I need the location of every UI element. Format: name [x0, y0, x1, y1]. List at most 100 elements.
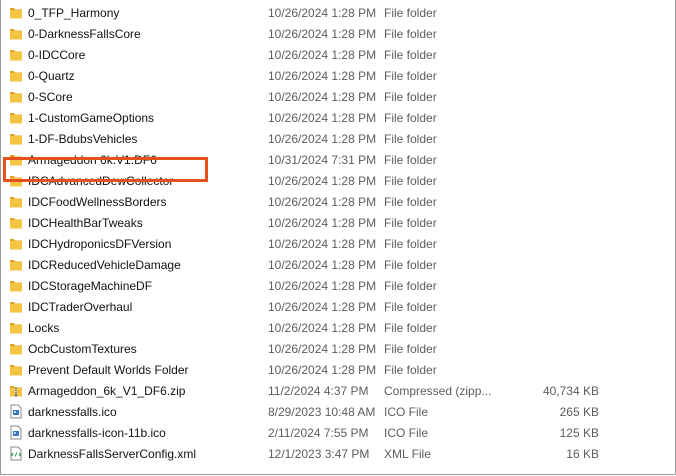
file-type: File folder [384, 6, 437, 20]
file-row[interactable]: 0-DarknessFallsCore 10/26/2024 1:28 PM Fil… [1, 23, 661, 44]
file-date-modified: 10/26/2024 1:28 PM [268, 279, 377, 293]
file-type: File folder [384, 237, 437, 251]
file-type: ICO File [384, 405, 429, 419]
folder-icon [9, 68, 23, 83]
folder-icon [9, 278, 23, 293]
folder-icon [9, 236, 23, 251]
folder-icon [9, 5, 23, 20]
file-type: File folder [384, 342, 437, 356]
file-type: File folder [384, 321, 437, 335]
file-name: 0-IDCCore [28, 48, 86, 62]
folder-icon [9, 89, 23, 104]
file-type: File folder [384, 111, 437, 125]
file-size: 265 KB [559, 405, 599, 419]
folder-icon [9, 173, 23, 188]
file-name: 1-CustomGameOptions [28, 111, 155, 125]
file-row[interactable]: 0_TFP_Harmony 10/26/2024 1:28 PM File fold… [1, 2, 661, 23]
file-explorer-pane: 0_TFP_Harmony 10/26/2024 1:28 PM File fold… [0, 0, 676, 475]
file-row[interactable]: IDCFoodWellnessBorders 10/26/2024 1:28 PM… [1, 191, 661, 212]
file-date-modified: 10/26/2024 1:28 PM [268, 27, 377, 41]
file-size: 125 KB [559, 426, 599, 440]
file-name: darknessfalls.ico [28, 405, 117, 419]
file-name: Armageddon_6k_V1_DF6.zip [28, 384, 186, 398]
file-type: File folder [384, 153, 437, 167]
file-date-modified: 10/26/2024 1:28 PM [268, 300, 377, 314]
file-row[interactable]: IDCHealthBarTweaks 10/26/2024 1:28 PM File… [1, 212, 661, 233]
file-row[interactable]: IDCTraderOverhaul 10/26/2024 1:28 PM File … [1, 296, 661, 317]
file-name: darknessfalls-icon-11b.ico [28, 426, 166, 440]
file-name: IDCStorageMachineDF [28, 279, 153, 293]
file-row[interactable]: darknessfalls.ico 8/29/2023 10:48 AM ICO F… [1, 401, 661, 422]
file-type: XML File [384, 447, 431, 461]
file-row[interactable]: IDCHydroponicsDFVersion 10/26/2024 1:28 P… [1, 233, 661, 254]
file-name: 0-DarknessFallsCore [28, 27, 141, 41]
file-name: Prevent Default Worlds Folder [28, 363, 189, 377]
xml-file-icon [9, 446, 23, 461]
file-row[interactable]: 1-DF-BdubsVehicles 10/26/2024 1:28 PM File… [1, 128, 661, 149]
file-type: File folder [384, 48, 437, 62]
folder-icon [9, 215, 23, 230]
folder-icon [9, 26, 23, 41]
file-name: DarknessFallsServerConfig.xml [28, 447, 197, 461]
file-date-modified: 10/26/2024 1:28 PM [268, 342, 377, 356]
file-name: 0-SCore [28, 90, 73, 104]
file-size: 40,734 KB [542, 384, 599, 398]
file-row[interactable]: 0-SCore 10/26/2024 1:28 PM File folder [1, 86, 661, 107]
file-type: File folder [384, 69, 437, 83]
file-date-modified: 10/26/2024 1:28 PM [268, 132, 377, 146]
file-date-modified: 10/26/2024 1:28 PM [268, 6, 377, 20]
folder-icon [9, 131, 23, 146]
file-row[interactable]: 0-IDCCore 10/26/2024 1:28 PM File folder [1, 44, 661, 65]
vertical-scrollbar[interactable] [663, 2, 673, 472]
file-name: OcbCustomTextures [28, 342, 137, 356]
file-row[interactable]: IDCReducedVehicleDamage 10/26/2024 1:28 P… [1, 254, 661, 275]
file-date-modified: 10/26/2024 1:28 PM [268, 258, 377, 272]
folder-icon [9, 320, 23, 335]
file-row[interactable]: IDCAdvancedDewCollector 10/26/2024 1:28 P… [1, 170, 661, 191]
file-row[interactable]: IDCStorageMachineDF 10/26/2024 1:28 PM Fil… [1, 275, 661, 296]
ico-file-icon [9, 425, 23, 440]
ico-file-icon [9, 404, 23, 419]
file-row[interactable]: Armageddon 6k.V1.DF6 10/31/2024 7:31 PM Fi… [1, 149, 661, 170]
zip-folder-icon [9, 383, 23, 398]
file-date-modified: 10/26/2024 1:28 PM [268, 237, 377, 251]
file-date-modified: 8/29/2023 10:48 AM [268, 405, 376, 419]
file-date-modified: 10/26/2024 1:28 PM [268, 195, 377, 209]
file-name: IDCHydroponicsDFVersion [28, 237, 172, 251]
file-date-modified: 10/26/2024 1:28 PM [268, 174, 377, 188]
file-type: File folder [384, 216, 437, 230]
folder-icon [9, 152, 23, 167]
folder-icon [9, 194, 23, 209]
file-type: File folder [384, 132, 437, 146]
file-date-modified: 10/26/2024 1:28 PM [268, 90, 377, 104]
file-date-modified: 11/2/2024 4:37 PM [268, 384, 369, 398]
file-date-modified: 12/1/2023 3:47 PM [268, 447, 370, 461]
file-date-modified: 10/26/2024 1:28 PM [268, 321, 377, 335]
file-type: File folder [384, 174, 437, 188]
file-name: 0_TFP_Harmony [28, 6, 120, 20]
file-date-modified: 10/26/2024 1:28 PM [268, 111, 377, 125]
file-name: IDCTraderOverhaul [28, 300, 133, 314]
file-size: 16 KB [566, 447, 599, 461]
file-row[interactable]: DarknessFallsServerConfig.xml 12/1/2023 3… [1, 443, 661, 464]
file-row[interactable]: Prevent Default Worlds Folder 10/26/2024 … [1, 359, 661, 380]
file-type: ICO File [384, 426, 429, 440]
file-date-modified: 10/26/2024 1:28 PM [268, 69, 377, 83]
file-name: Locks [28, 321, 60, 335]
file-row[interactable]: darknessfalls-icon-11b.ico 2/11/2024 7:55… [1, 422, 661, 443]
file-row[interactable]: 0-Quartz 10/26/2024 1:28 PM File folder [1, 65, 661, 86]
file-name: IDCAdvancedDewCollector [28, 174, 174, 188]
file-row[interactable]: OcbCustomTextures 10/26/2024 1:28 PM File … [1, 338, 661, 359]
file-row[interactable]: Armageddon_6k_V1_DF6.zip 11/2/2024 4:37 P… [1, 380, 661, 401]
file-row[interactable]: 1-CustomGameOptions 10/26/2024 1:28 PM Fil… [1, 107, 661, 128]
file-date-modified: 10/26/2024 1:28 PM [268, 363, 377, 377]
file-date-modified: 10/26/2024 1:28 PM [268, 216, 377, 230]
file-date-modified: 10/31/2024 7:31 PM [268, 153, 377, 167]
folder-icon [9, 362, 23, 377]
file-type: File folder [384, 363, 437, 377]
file-type: Compressed (zipp... [384, 384, 492, 398]
folder-icon [9, 341, 23, 356]
file-row[interactable]: Locks 10/26/2024 1:28 PM File folder [1, 317, 661, 338]
file-name: IDCHealthBarTweaks [28, 216, 143, 230]
file-type: File folder [384, 279, 437, 293]
